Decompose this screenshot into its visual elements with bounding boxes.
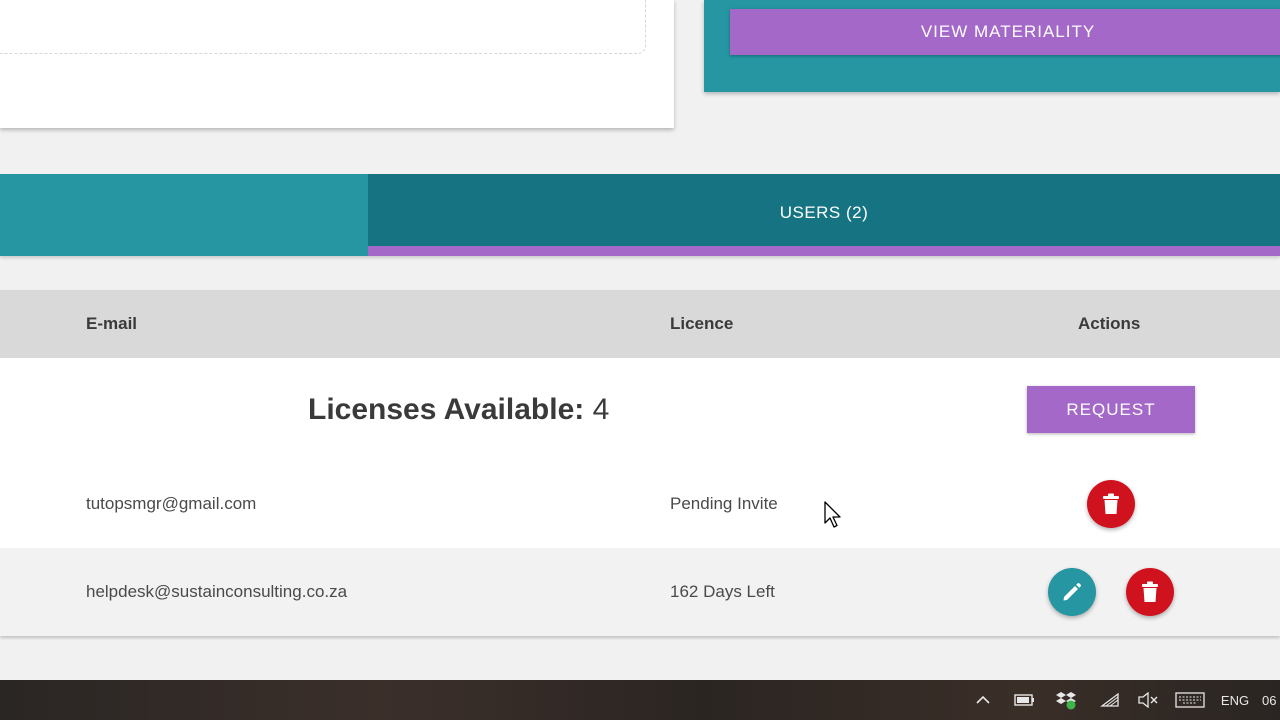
- table-header: E-mail Licence Actions: [0, 290, 1280, 358]
- licenses-available-value: 4: [592, 393, 610, 426]
- dropbox-sync-icon[interactable]: [1054, 690, 1078, 710]
- row-email: tutopsmgr@gmail.com: [86, 494, 257, 513]
- header-licence: Licence: [670, 314, 734, 333]
- delete-user-button[interactable]: [1087, 480, 1135, 528]
- licenses-available-label: Licenses Available:: [308, 393, 585, 426]
- table-row: tutopsmgr@gmail.com Pending Invite: [0, 460, 1280, 548]
- clock[interactable]: 06: [1262, 690, 1280, 710]
- row-licence: 162 Days Left: [670, 582, 775, 601]
- os-taskbar: ENG 06: [0, 680, 1280, 720]
- header-actions: Actions: [1078, 314, 1141, 333]
- users-table: E-mail Licence Actions Licenses Availabl…: [0, 290, 1280, 636]
- top-left-card: [0, 0, 674, 128]
- request-button[interactable]: REQUEST: [1027, 386, 1195, 433]
- header-email: E-mail: [86, 314, 138, 333]
- language-indicator[interactable]: ENG: [1218, 690, 1252, 710]
- trash-icon: [1142, 581, 1158, 602]
- battery-icon[interactable]: [1012, 690, 1036, 710]
- row-licence: Pending Invite: [670, 494, 778, 513]
- table-row: helpdesk@sustainconsulting.co.za 162 Day…: [0, 548, 1280, 636]
- dotted-input-area: [0, 0, 646, 54]
- mouse-cursor-icon: [824, 501, 841, 528]
- trash-icon: [1103, 493, 1119, 514]
- keyboard-icon[interactable]: [1174, 690, 1206, 710]
- wifi-icon[interactable]: [1098, 690, 1122, 710]
- view-materiality-button[interactable]: VIEW MATERIALITY: [730, 9, 1280, 55]
- chevron-up-icon[interactable]: [973, 690, 993, 710]
- tab-previous[interactable]: [0, 174, 368, 256]
- edit-user-button[interactable]: [1048, 568, 1096, 616]
- tab-active-indicator: [368, 246, 1280, 256]
- tab-bar: USERS (2): [0, 174, 1280, 256]
- volume-muted-icon[interactable]: [1136, 690, 1160, 710]
- tab-users[interactable]: USERS (2): [368, 174, 1280, 256]
- materiality-card: VIEW MATERIALITY: [704, 0, 1280, 92]
- delete-user-button[interactable]: [1126, 568, 1174, 616]
- licenses-available: Licenses Available: 4: [308, 393, 609, 427]
- row-email: helpdesk@sustainconsulting.co.za: [86, 582, 348, 601]
- pencil-icon: [1063, 583, 1081, 601]
